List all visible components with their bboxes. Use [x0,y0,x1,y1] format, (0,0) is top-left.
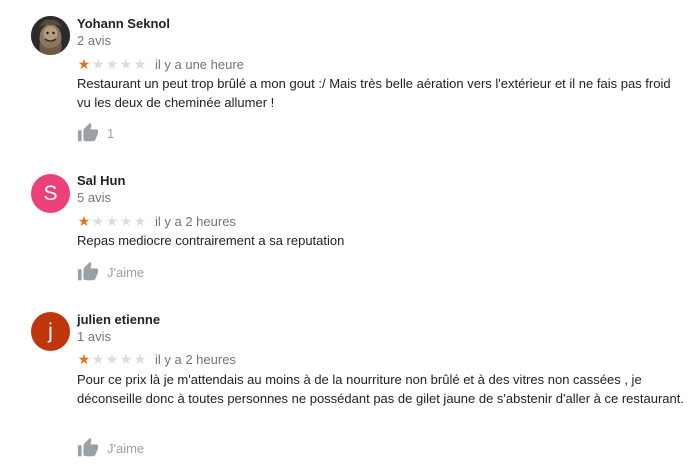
star-icon: ★ [119,56,133,72]
rating-row: ★ ★ ★ ★ ★ il y a 2 heures [77,351,236,367]
reviewer-name[interactable]: Yohann Seknol [77,16,170,31]
like-count: 1 [107,125,115,141]
like-button[interactable]: 1 [77,121,114,145]
avatar-letter: S [43,181,58,205]
review-date: il y a 2 heures [155,213,236,229]
reviewer-name[interactable]: Sal Hun [77,173,125,188]
star-icon: ★ [119,351,133,367]
star-icon: ★ [91,56,105,72]
star-icon: ★ [77,351,91,367]
star-icon: ★ [105,351,119,367]
avatar-photo-icon [31,16,70,55]
review-text: Restaurant un peut trop brûlé a mon gout… [77,76,671,110]
star-icon: ★ [105,213,119,229]
review-date: il y a une heure [155,56,244,72]
avatar-letter: j [48,319,53,343]
avatar[interactable]: j [31,312,70,351]
avatar[interactable]: S [31,174,70,213]
star-icon: ★ [77,56,91,72]
star-icon: ★ [91,351,105,367]
thumb-up-icon [77,437,99,457]
star-icon: ★ [105,56,119,72]
like-button[interactable]: J'aime [77,436,144,460]
thumb-up-icon [77,122,99,142]
star-icon: ★ [77,213,91,229]
avatar[interactable] [31,16,70,55]
star-icon: ★ [91,213,105,229]
star-icon: ★ [133,351,147,367]
review-text: Pour ce prix là je m'attendais au moins … [77,372,684,406]
rating-row: ★ ★ ★ ★ ★ il y a 2 heures [77,213,236,229]
review-date: il y a 2 heures [155,351,236,367]
review-text: Repas mediocre contrairement a sa reputa… [77,233,345,248]
like-button[interactable]: J'aime [77,260,144,284]
star-rating: ★ ★ ★ ★ ★ [77,214,147,228]
rating-row: ★ ★ ★ ★ ★ il y a une heure [77,56,244,72]
star-icon: ★ [133,56,147,72]
reviewer-review-count: 2 avis [77,33,111,48]
star-icon: ★ [133,213,147,229]
like-label: J'aime [107,264,145,280]
star-icon: ★ [119,213,133,229]
thumb-up-icon [77,261,99,281]
reviewer-review-count: 1 avis [77,329,111,344]
like-label: J'aime [107,440,145,456]
star-rating: ★ ★ ★ ★ ★ [77,57,147,71]
star-rating: ★ ★ ★ ★ ★ [77,352,147,366]
reviewer-name[interactable]: julien etienne [77,312,160,327]
reviews-list: Yohann Seknol 2 avis ★ ★ ★ ★ ★ il y a une he… [0,0,696,474]
reviewer-review-count: 5 avis [77,190,111,205]
